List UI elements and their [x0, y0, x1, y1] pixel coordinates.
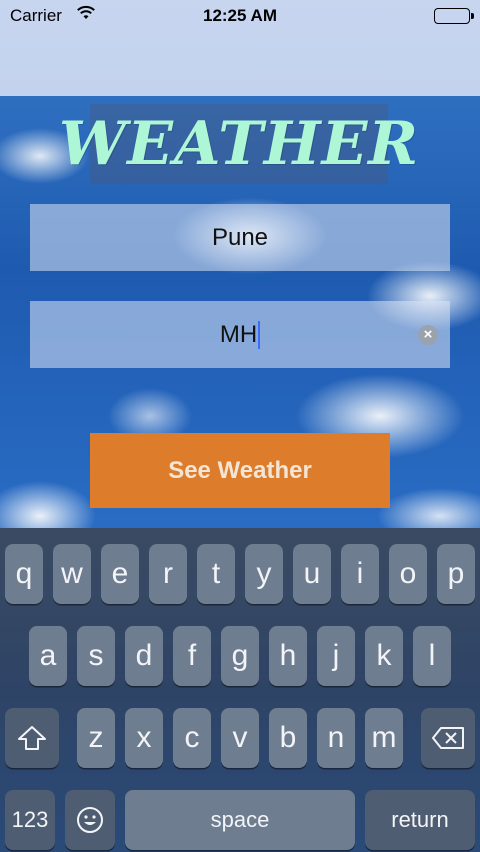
key-t[interactable]: t — [197, 544, 235, 604]
key-n[interactable]: n — [317, 708, 355, 768]
key-l[interactable]: l — [413, 626, 451, 686]
key-v[interactable]: v — [221, 708, 259, 768]
city-input-value: Pune — [211, 223, 269, 251]
key-a[interactable]: a — [29, 626, 67, 686]
status-bar: Carrier 12:25 AM — [0, 0, 480, 32]
app-title: WEATHER — [58, 109, 420, 179]
key-r[interactable]: r — [149, 544, 187, 604]
key-f[interactable]: f — [173, 626, 211, 686]
text-caret — [258, 320, 261, 349]
return-key[interactable]: return — [365, 790, 475, 850]
delete-key[interactable] — [421, 708, 475, 768]
key-h[interactable]: h — [269, 626, 307, 686]
clock: 12:25 AM — [202, 6, 277, 25]
key-y[interactable]: y — [245, 544, 283, 604]
key-x[interactable]: x — [125, 708, 163, 768]
key-m[interactable]: m — [365, 708, 403, 768]
key-i[interactable]: i — [341, 544, 379, 604]
key-s[interactable]: s — [77, 626, 115, 686]
key-q[interactable]: q — [5, 544, 43, 604]
key-e[interactable]: e — [101, 544, 139, 604]
key-o[interactable]: o — [389, 544, 427, 604]
shift-key[interactable] — [5, 708, 59, 768]
numbers-key[interactable]: 123 — [5, 790, 55, 850]
key-b[interactable]: b — [269, 708, 307, 768]
clear-text-icon[interactable]: × — [418, 325, 438, 345]
key-k[interactable]: k — [365, 626, 403, 686]
key-p[interactable]: p — [437, 544, 475, 604]
key-z[interactable]: z — [77, 708, 115, 768]
key-c[interactable]: c — [173, 708, 211, 768]
shift-icon — [18, 726, 46, 750]
space-key[interactable]: space — [125, 790, 355, 850]
app-title-banner: WEATHER — [59, 104, 418, 184]
key-w[interactable]: w — [53, 544, 91, 604]
battery-icon — [434, 8, 474, 24]
key-u[interactable]: u — [293, 544, 331, 604]
emoji-key[interactable] — [65, 790, 115, 850]
see-weather-button[interactable]: See Weather — [90, 433, 390, 508]
keyboard: q w e r t y u i o p a s d f g h j k l z … — [0, 528, 480, 852]
emoji-icon — [77, 807, 103, 833]
state-input-value: MH — [219, 320, 258, 348]
key-d[interactable]: d — [125, 626, 163, 686]
backspace-icon — [432, 727, 464, 749]
key-j[interactable]: j — [317, 626, 355, 686]
key-g[interactable]: g — [221, 626, 259, 686]
state-input[interactable]: MH × — [30, 301, 450, 368]
city-input[interactable]: Pune — [30, 204, 450, 271]
